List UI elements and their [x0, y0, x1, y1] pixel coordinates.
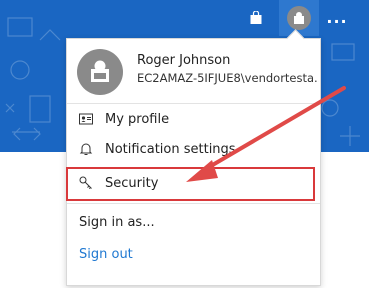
shopping-bag-button[interactable]: [242, 0, 270, 36]
shopping-bag-icon: [250, 11, 262, 24]
divider: [67, 103, 320, 104]
menu-item-sign-in-as[interactable]: Sign in as...: [67, 208, 332, 236]
bell-icon: [79, 142, 93, 156]
more-options-button[interactable]: ...: [322, 0, 352, 36]
security-highlight-box: [66, 167, 315, 201]
user-avatar-icon: [287, 6, 311, 30]
divider: [67, 203, 320, 204]
menu-item-notification-settings[interactable]: Notification settings: [67, 135, 320, 163]
menu-item-sign-out[interactable]: Sign out: [67, 240, 332, 268]
menu-item-label: My profile: [105, 111, 170, 127]
profile-card-icon: [79, 112, 93, 126]
profile-menu: Roger Johnson EC2AMAZ-5IFJUE8\vendortest…: [66, 38, 321, 286]
menu-item-label: Sign in as...: [79, 214, 155, 230]
user-name: Roger Johnson: [137, 53, 231, 68]
menu-item-my-profile[interactable]: My profile: [67, 105, 320, 133]
sign-out-link: Sign out: [79, 246, 133, 262]
more-icon: ...: [326, 8, 348, 27]
user-avatar-button[interactable]: [279, 0, 319, 36]
user-avatar: [77, 49, 123, 95]
user-info: Roger Johnson EC2AMAZ-5IFJUE8\vendortest…: [77, 49, 319, 95]
menu-item-label: Notification settings: [105, 141, 236, 157]
user-account: EC2AMAZ-5IFJUE8\vendortesta...: [137, 71, 319, 85]
